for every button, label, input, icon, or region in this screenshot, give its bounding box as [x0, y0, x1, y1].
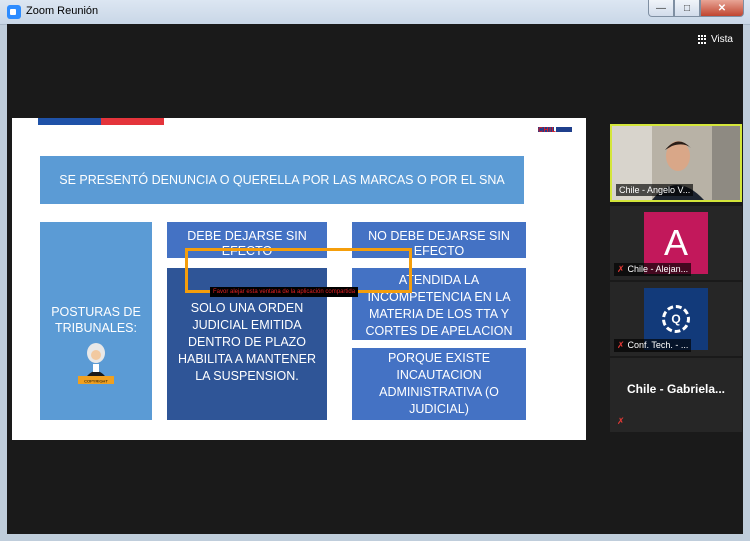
maximize-button[interactable]: □	[674, 0, 700, 17]
window-titlebar[interactable]: Zoom Reunión — □ ✕	[0, 0, 750, 25]
participant-tile-alejandra[interactable]: A ✗ Chile - Alejan...	[610, 206, 742, 280]
participant-display-name: Chile - Gabriela...	[626, 382, 726, 396]
minimize-button[interactable]: —	[648, 0, 674, 17]
tribunals-label: POSTURAS DE TRIBUNALES:	[51, 305, 141, 335]
col2-box2-text: PORQUE EXISTE INCAUTACION ADMINISTRATIVA (…	[352, 348, 526, 418]
mic-muted-icon: ✗	[617, 416, 625, 426]
col1-body-line: SOLO UNA ORDEN	[190, 301, 304, 315]
col1-header-line1: DEBE DEJARSE SIN	[187, 229, 307, 243]
col1-body-line: LA SUSPENSION.	[195, 369, 299, 383]
share-warning-label: Favor alejar esta ventana de la aplicaci…	[210, 287, 359, 297]
participant-name: ✗ Conf. Tech. - ...	[614, 339, 692, 352]
participant-tile-conftech[interactable]: Q ✗ Conf. Tech. - ...	[610, 282, 742, 356]
mic-muted-icon: ✗	[617, 340, 625, 350]
flag-color-bar	[38, 118, 164, 125]
participant-name: ✗ Chile - Alejan...	[614, 263, 692, 276]
view-button[interactable]: Vista	[697, 34, 733, 45]
grid-icon	[697, 35, 707, 44]
window-title: Zoom Reunión	[26, 5, 99, 17]
col2-box2-line: ADMINISTRATIVA (O	[379, 385, 499, 399]
col2-box1-line: MATERIA DE LOS TTA Y	[368, 307, 510, 321]
mic-muted-icon: ✗	[617, 264, 625, 274]
col2-header-line1: NO DEBE DEJARSE SIN	[368, 229, 510, 243]
col2-box1-line: CORTES DE APELACION	[365, 324, 513, 338]
col1-body-line: DENTRO DE PLAZO	[187, 335, 307, 349]
tribunals-box: POSTURAS DE TRIBUNALES: COPYRIGHT	[40, 222, 152, 420]
zoom-app-icon	[7, 5, 21, 19]
judge-badge-text: COPYRIGHT	[84, 379, 108, 384]
window-controls: — □ ✕	[648, 0, 744, 17]
judge-icon: COPYRIGHT	[78, 343, 114, 384]
close-button[interactable]: ✕	[700, 0, 744, 17]
col2-box-seizure: PORQUE EXISTE INCAUTACION ADMINISTRATIVA (…	[352, 348, 526, 420]
col2-box2-line: PORQUE EXISTE	[387, 351, 491, 365]
participant-tile-gabriela[interactable]: Chile - Gabriela... ✗	[610, 358, 742, 432]
meeting-content: Vista CHILE SE PRESENTÓ DENUNCIA O QUERE…	[7, 24, 743, 534]
slide-banner: SE PRESENTÓ DENUNCIA O QUERELLA POR LAS …	[40, 156, 524, 204]
col2-box2-line: JUDICIAL)	[409, 402, 469, 416]
view-label: Vista	[710, 34, 733, 45]
participant-mute-status: ✗	[614, 415, 631, 428]
col1-body-line: JUDICIAL EMITIDA	[192, 318, 302, 332]
col1-body-line: HABILITA A MANTENER	[177, 352, 316, 366]
participant-name: Chile - Angelo V...	[616, 184, 694, 196]
participant-tile-angelo[interactable]: Chile - Angelo V...	[610, 124, 742, 202]
col2-box2-line: INCAUTACION	[396, 368, 482, 382]
chile-logo: CHILE	[536, 126, 572, 134]
